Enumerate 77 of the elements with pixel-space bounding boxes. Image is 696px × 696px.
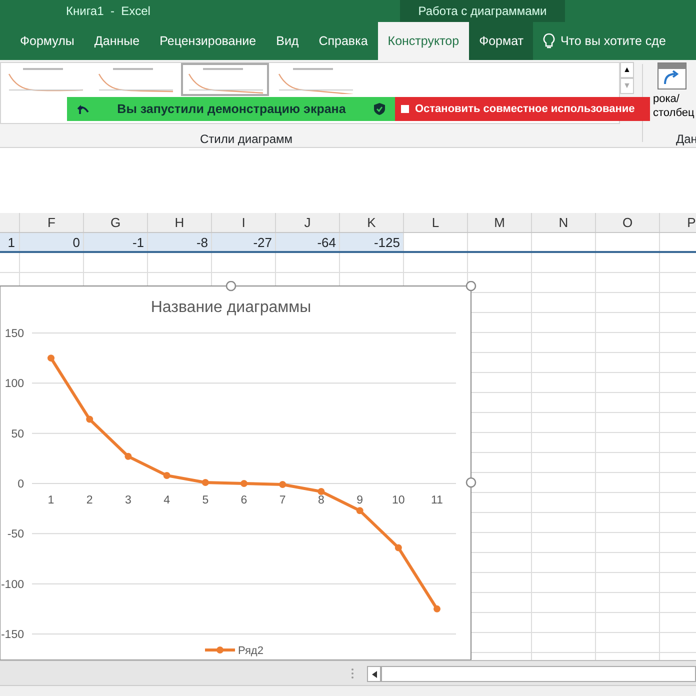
data-point <box>394 544 402 552</box>
y-axis-label: 0 <box>18 478 24 490</box>
data-point <box>48 354 54 362</box>
resize-handle[interactable] <box>466 477 476 488</box>
column-header[interactable]: F <box>20 213 84 232</box>
resize-handle[interactable] <box>466 281 476 292</box>
data-point <box>163 472 170 479</box>
table-cell: -64 <box>276 233 340 251</box>
column-header[interactable]: O <box>596 213 660 232</box>
stop-icon <box>401 105 409 113</box>
ribbon-tab[interactable]: Конструктор <box>378 22 470 60</box>
stop-sharing-button[interactable]: Остановить совместное использование <box>395 97 650 121</box>
column-header[interactable]: M <box>468 213 532 232</box>
x-axis-label: 6 <box>240 494 248 506</box>
ribbon-tab[interactable]: Формат <box>469 22 534 60</box>
column-header[interactable]: J <box>276 213 340 232</box>
shield-check-icon <box>374 103 385 115</box>
data-point <box>86 416 94 423</box>
column-header[interactable]: H <box>148 213 212 232</box>
legend-line-icon <box>205 646 235 654</box>
splitter-handle[interactable] <box>351 668 354 679</box>
table-cell: 1 <box>0 233 20 251</box>
y-axis-label: 50 <box>11 428 24 440</box>
y-axis-label: -150 <box>0 629 24 641</box>
switch-row-column-button[interactable]: рока/ столбец <box>653 92 696 120</box>
x-axis-label: 11 <box>431 494 443 506</box>
column-header[interactable]: N <box>532 213 596 232</box>
column-header[interactable]: P <box>660 213 696 232</box>
arrow-icon <box>77 103 89 115</box>
column-header[interactable]: G <box>84 213 148 232</box>
data-point <box>202 479 209 486</box>
data-point <box>279 481 286 488</box>
x-axis-label: 9 <box>356 494 363 506</box>
y-axis-label: -100 <box>0 578 24 591</box>
x-axis-label: 3 <box>125 494 132 506</box>
tell-me-field[interactable]: Что вы хотите сде <box>533 22 676 60</box>
horizontal-scrollbar[interactable] <box>381 666 696 682</box>
x-axis-label: 2 <box>86 494 93 506</box>
data-point <box>434 605 440 612</box>
column-header[interactable]: I <box>212 213 276 232</box>
data-point <box>356 507 364 514</box>
chart-title: Название диаграммы <box>150 299 312 316</box>
left-arrow-icon <box>372 670 376 678</box>
scroll-left-button[interactable] <box>367 666 381 682</box>
x-axis-label: 1 <box>48 494 54 506</box>
data-point <box>240 480 248 487</box>
column-header[interactable]: K <box>340 213 404 232</box>
gallery-up-button[interactable]: ▲ <box>620 62 634 78</box>
x-axis-label: 8 <box>318 494 324 506</box>
column-header[interactable]: L <box>404 213 468 232</box>
data-point <box>318 488 325 496</box>
group-label: Стили диаграмм <box>200 131 293 148</box>
x-axis-label: 4 <box>164 494 170 506</box>
ribbon-tab[interactable]: Формулы <box>10 22 84 60</box>
context-title: Работа с диаграммами <box>400 0 565 22</box>
ribbon-tab[interactable]: Справка <box>308 22 378 60</box>
x-axis-label: 5 <box>202 494 209 506</box>
table-cell: 0 <box>20 233 84 251</box>
table-cell: -27 <box>212 233 276 251</box>
y-axis-label: -50 <box>7 528 24 541</box>
resize-handle[interactable] <box>226 281 236 292</box>
window-title: Книга1 - Excel <box>66 3 150 20</box>
y-axis-label: 100 <box>4 378 24 390</box>
table-cell: -8 <box>148 233 212 251</box>
data-point <box>124 452 132 460</box>
table-cell: -1 <box>84 233 148 251</box>
ribbon-tab[interactable]: Вид <box>266 22 309 60</box>
ribbon-tab[interactable]: Данные <box>84 22 150 60</box>
x-axis-label: 10 <box>392 494 405 506</box>
y-axis-label: 150 <box>4 328 24 340</box>
chart-style-thumbnail[interactable] <box>181 63 269 96</box>
share-status-text: Вы запустили демонстрацию экрана <box>117 100 346 118</box>
x-axis-label: 7 <box>279 494 286 506</box>
ribbon-tab[interactable]: Рецензирование <box>150 22 266 60</box>
legend-label: Ряд2 <box>238 645 264 657</box>
lightbulb-icon <box>543 33 556 49</box>
table-cell: -125 <box>340 233 404 251</box>
